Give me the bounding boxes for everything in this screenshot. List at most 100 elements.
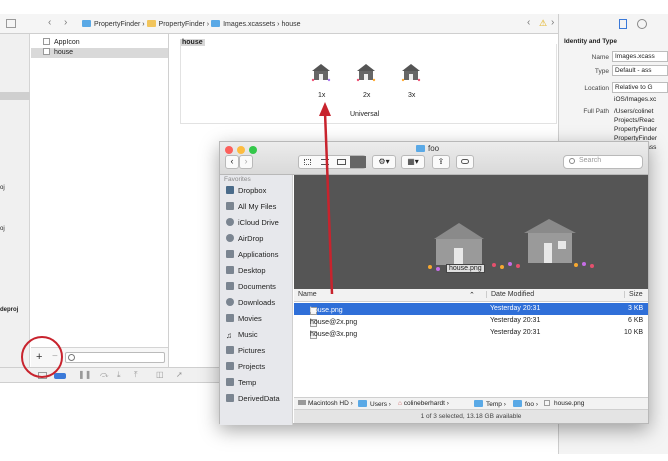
tags-button[interactable] <box>456 155 474 169</box>
step-out-icon[interactable]: ⤒ <box>134 370 138 380</box>
xcode-toolbar: ‹ › PropertyFinder › PropertyFinder › Im… <box>0 14 560 34</box>
arrange-button[interactable]: ▦▾ <box>401 155 425 169</box>
image-file-icon <box>544 400 550 406</box>
path-item-users[interactable]: Users › <box>358 400 391 408</box>
breakpoints-icon[interactable] <box>54 373 66 379</box>
folder-icon <box>146 20 156 27</box>
sidebar-item-documents[interactable]: Documents <box>226 282 276 291</box>
cover-flow-icon[interactable] <box>350 156 366 168</box>
forward-button[interactable]: › <box>239 155 253 169</box>
breadcrumb-item-assets[interactable]: Images.xcassets › <box>211 20 281 28</box>
column-size[interactable]: Size <box>624 291 643 298</box>
forward-arrow-icon[interactable]: › <box>64 17 67 28</box>
chevron-right-icon[interactable]: › <box>551 17 554 28</box>
folder-icon <box>474 400 483 407</box>
chevron-left-icon[interactable]: ‹ <box>527 17 530 28</box>
house-1x-slot[interactable] <box>310 62 332 82</box>
location-icon[interactable]: ➚ <box>176 370 183 379</box>
file-row[interactable]: house@3x.png Yesterday 20:31 10 KB <box>294 327 648 339</box>
sidebar-item-all-my-files[interactable]: All My Files <box>226 202 276 211</box>
sidebar-item-applications[interactable]: Applications <box>226 250 278 259</box>
path-item-disk[interactable]: Macintosh HD › <box>298 400 353 407</box>
minimize-button[interactable] <box>237 146 245 154</box>
left-edge-label: oj <box>0 185 5 191</box>
pictures-icon <box>226 346 234 354</box>
zoom-button[interactable] <box>249 146 257 154</box>
share-button[interactable]: ⇪ <box>432 155 450 169</box>
selection-strip <box>0 92 30 100</box>
file-row[interactable]: house@2x.png Yesterday 20:31 6 KB <box>294 315 648 327</box>
full-path-line: /Users/colinet <box>614 108 654 115</box>
sidebar-item-pictures[interactable]: Pictures <box>226 346 265 355</box>
close-button[interactable] <box>225 146 233 154</box>
sidebar-item-deriveddata[interactable]: DerivedData <box>226 394 280 403</box>
gear-icon: ⚙▾ <box>378 157 390 166</box>
movies-icon <box>226 314 234 322</box>
finder-window: foo ‹ › ⚙▾ ▦▾ ⇪ Search Favorites Dropbox… <box>219 141 649 425</box>
folder-icon <box>358 400 367 407</box>
file-inspector-icon[interactable] <box>619 19 627 29</box>
column-view-icon[interactable] <box>337 159 346 165</box>
asset-list: AppIcon house + − <box>31 34 169 369</box>
house-3x-slot[interactable] <box>400 62 422 82</box>
airdrop-icon <box>226 234 234 242</box>
back-button[interactable]: ‹ <box>225 155 239 169</box>
location-label: Location <box>584 85 609 92</box>
name-field[interactable]: Images.xcass <box>612 51 668 62</box>
breadcrumb-item-group[interactable]: PropertyFinder › <box>146 20 212 28</box>
list-item-house[interactable]: house <box>31 48 168 58</box>
path-item-temp[interactable]: Temp › <box>474 400 506 408</box>
icon-view-icon[interactable] <box>304 159 311 165</box>
view-debugger-icon[interactable]: ◫ <box>156 370 164 379</box>
finder-toolbar: foo ‹ › ⚙▾ ▦▾ ⇪ Search <box>220 142 648 175</box>
music-icon: ♫ <box>226 331 232 340</box>
action-button[interactable]: ⚙▾ <box>372 155 396 169</box>
type-label: Type <box>594 68 609 75</box>
house-2x-slot[interactable] <box>355 62 377 82</box>
column-name[interactable]: Name <box>298 291 317 298</box>
sidebar-item-downloads[interactable]: Downloads <box>226 298 275 307</box>
folder-icon <box>226 378 234 386</box>
file-row[interactable]: house.png Yesterday 20:31 3 KB <box>294 303 648 315</box>
home-icon: ⌂ <box>398 400 402 407</box>
sidebar-item-airdrop[interactable]: AirDrop <box>226 234 263 243</box>
navigator-icon[interactable] <box>6 19 16 28</box>
name-label: Name <box>591 54 609 61</box>
breadcrumb-item-project[interactable]: PropertyFinder › <box>82 20 147 28</box>
view-mode-segment[interactable] <box>298 155 366 169</box>
search-field[interactable]: Search <box>563 155 643 169</box>
sidebar-item-dropbox[interactable]: Dropbox <box>226 186 266 195</box>
path-item-file[interactable]: house.png <box>544 400 584 407</box>
filter-icon <box>68 354 75 361</box>
location-select[interactable]: Relative to G <box>612 82 668 93</box>
sidebar-item-temp[interactable]: Temp <box>226 378 256 387</box>
finder-sidebar: Favorites Dropbox All My Files iCloud Dr… <box>220 175 293 425</box>
pause-icon[interactable]: ❚❚ <box>78 370 91 379</box>
scale-label-2x: 2x <box>363 92 371 99</box>
house-preview-image[interactable] <box>404 215 604 281</box>
filter-field[interactable] <box>65 352 165 363</box>
list-item-appicon[interactable]: AppIcon <box>43 38 80 46</box>
back-arrow-icon[interactable]: ‹ <box>48 17 51 28</box>
column-date-modified[interactable]: Date Modified <box>486 291 534 298</box>
breadcrumb-item-house[interactable]: house <box>281 21 300 28</box>
path-item-foo[interactable]: foo › <box>513 400 538 408</box>
scale-label-3x: 3x <box>408 92 416 99</box>
disk-icon <box>298 400 306 405</box>
step-in-icon[interactable]: ⤓ <box>117 370 121 380</box>
type-select[interactable]: Default - ass <box>612 65 668 76</box>
step-over-icon[interactable]: ⤼ <box>100 370 109 380</box>
sidebar-item-movies[interactable]: Movies <box>226 314 262 323</box>
preview-filename: house.png <box>446 264 485 273</box>
sidebar-item-music[interactable]: ♫ Music <box>226 330 258 340</box>
arrange-icon: ▦▾ <box>407 157 419 166</box>
cloud-icon <box>226 218 234 226</box>
help-icon[interactable] <box>637 19 647 29</box>
sidebar-item-desktop[interactable]: Desktop <box>226 266 266 275</box>
sidebar-item-icloud-drive[interactable]: iCloud Drive <box>226 218 279 227</box>
sidebar-item-projects[interactable]: Projects <box>226 362 265 371</box>
list-view-icon[interactable] <box>321 159 329 165</box>
warning-icon[interactable]: ⚠ <box>539 18 547 29</box>
path-item-home[interactable]: ⌂ colineberhardt › <box>398 400 449 407</box>
debug-area <box>0 383 220 461</box>
